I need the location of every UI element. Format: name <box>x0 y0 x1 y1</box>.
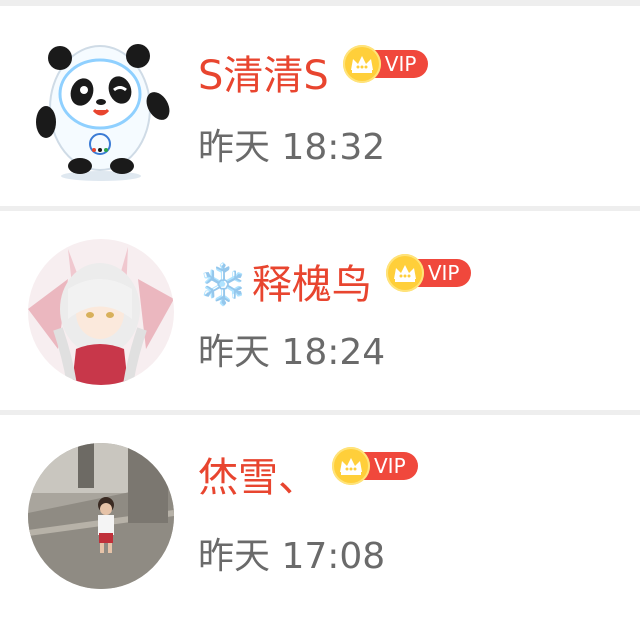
vip-badge[interactable]: VIP <box>385 254 472 292</box>
list-item[interactable]: ❄️ 释槐鸟 VIP 昨天 18:24 <box>0 211 640 410</box>
snowflake-icon: ❄️ <box>198 262 248 308</box>
crown-icon <box>385 254 424 292</box>
username[interactable]: 释槐鸟 <box>252 257 372 313</box>
timestamp: 昨天 18:32 <box>198 127 386 168</box>
name-line: S清清S VIP <box>198 45 429 104</box>
crown-icon <box>332 447 370 485</box>
avatar[interactable] <box>28 239 174 385</box>
vip-badge[interactable]: VIP <box>332 447 418 485</box>
timestamp: 昨天 18:24 <box>198 332 386 373</box>
avatar[interactable] <box>28 443 174 589</box>
list-item[interactable]: S清清S VIP 昨天 18:32 <box>0 6 640 206</box>
username[interactable]: 烋雪、 <box>198 450 318 506</box>
avatar[interactable] <box>28 36 174 182</box>
user-list: S清清S VIP 昨天 18:32 ❄️ 释槐鸟 VIP 昨天 18:24 烋雪… <box>0 0 640 618</box>
name-line: 烋雪、 VIP <box>198 447 418 506</box>
anime-girl-icon <box>28 239 174 385</box>
crown-icon <box>342 45 381 83</box>
timestamp: 昨天 17:08 <box>198 536 386 577</box>
username[interactable]: S清清S <box>198 48 329 104</box>
vip-badge[interactable]: VIP <box>342 45 429 83</box>
child-photo-icon <box>28 443 174 589</box>
name-line: ❄️ 释槐鸟 VIP <box>198 254 472 313</box>
list-item[interactable]: 烋雪、 VIP 昨天 17:08 <box>0 415 640 618</box>
panda-mascot-icon <box>36 44 170 181</box>
